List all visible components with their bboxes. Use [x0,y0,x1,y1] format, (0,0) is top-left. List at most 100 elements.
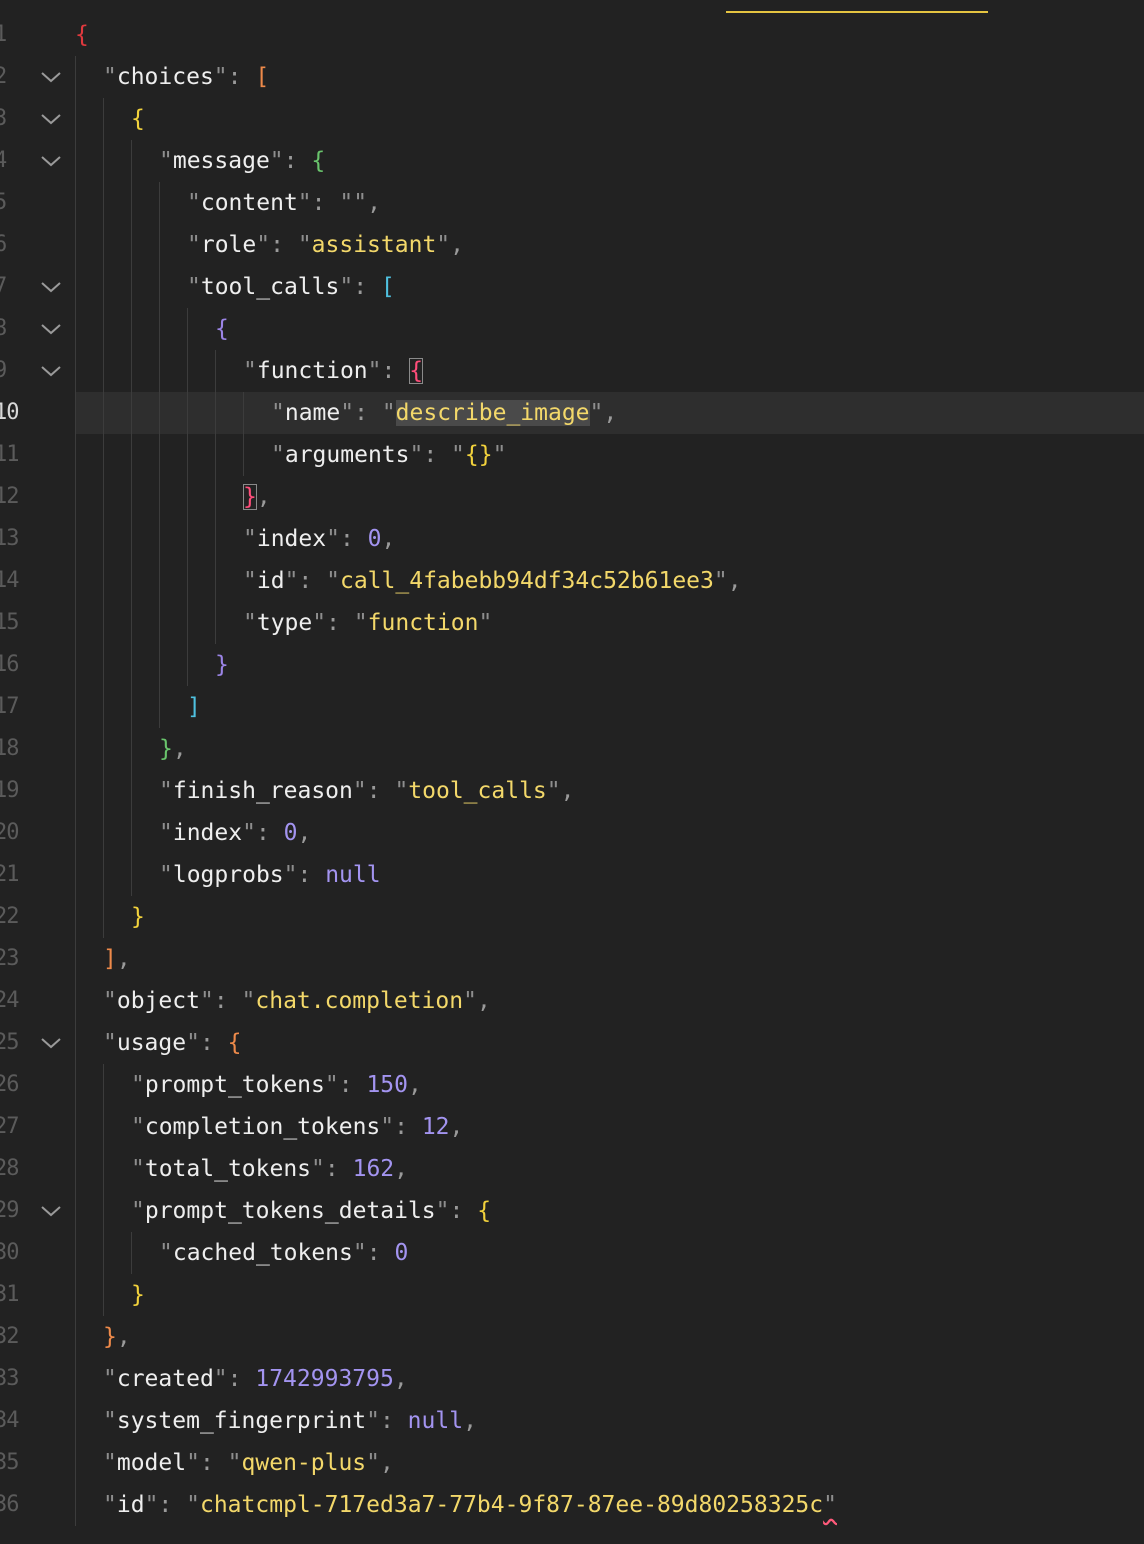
code-token: index [256,526,327,552]
line-number: 18 [0,736,20,761]
code-token: " [451,442,465,468]
code-line[interactable]: 26 "prompt_tokens": 150, [0,1064,1144,1106]
indent-guide [243,434,244,476]
code-token: " [311,1156,325,1182]
code-line[interactable]: 30 "cached_tokens": 0 [0,1232,1144,1274]
code-token: function [256,358,368,384]
code-token: " [353,610,368,636]
code-token: " [283,862,298,888]
code-token: { [227,1030,242,1056]
code-line[interactable]: 2 "choices": [ [0,56,1144,98]
code-line[interactable]: 10"name": "describe_image", [0,392,1144,434]
code-text: "type": "function" [243,602,492,644]
indent-guide [75,140,76,182]
indent-guide [131,140,132,182]
code-token: " [284,568,299,594]
code-token: : [324,1156,353,1182]
code-line[interactable]: 23], [0,938,1144,980]
code-line[interactable]: 21 "logprobs": null [0,854,1144,896]
indent-guide [75,1022,76,1064]
code-token: " [352,1240,367,1266]
indent-guide [75,350,76,392]
line-number: 28 [0,1156,20,1181]
code-token: " [213,1366,228,1392]
code-editor[interactable]: 1{2"choices": [3{4"message": {5"content"… [0,0,1144,1544]
code-line[interactable]: 7 "tool_calls": [ [0,266,1144,308]
line-number: 22 [0,904,20,929]
code-token: } [131,904,145,930]
indent-guide [103,686,104,728]
code-text: }, [159,728,187,770]
indent-guide [75,308,76,350]
code-text: "prompt_tokens": 150, [131,1064,422,1106]
line-number: 2 [0,56,34,98]
chevron-down-icon[interactable] [39,320,63,338]
code-token: " [103,64,117,90]
chevron-down-icon[interactable] [39,278,63,296]
code-line[interactable]: 29 "prompt_tokens_details": { [0,1190,1144,1232]
indent-guide [75,1190,76,1232]
code-line[interactable]: 27 "completion_tokens": 12, [0,1106,1144,1148]
code-line[interactable]: 17] [0,686,1144,728]
chevron-down-icon[interactable] [39,1202,63,1220]
chevron-down-icon[interactable] [39,1034,63,1052]
code-token: created [116,1366,214,1392]
code-line[interactable]: 15"type": "function" [0,602,1144,644]
code-line[interactable]: 6"role": "assistant", [0,224,1144,266]
line-number: 8 [0,308,34,350]
code-line[interactable]: 28 "total_tokens": 162, [0,1148,1144,1190]
code-token: " [326,526,340,552]
code-line[interactable]: 35"model": "qwen-plus", [0,1442,1144,1484]
code-token: null [407,1408,464,1434]
indent-guide [103,1064,104,1106]
code-token: " [713,568,728,594]
code-line[interactable]: 33 "created": 1742993795, [0,1358,1144,1400]
line-number: 21 [0,862,20,887]
code-text: "prompt_tokens_details": { [131,1190,491,1232]
code-line[interactable]: 36"id": "chatcmpl-717ed3a7-77b4-9f87-87e… [0,1484,1144,1526]
indent-guide [131,728,132,770]
code-line[interactable]: 25 "usage": { [0,1022,1144,1064]
indent-guide [187,392,188,434]
code-line[interactable]: 12}, [0,476,1144,518]
code-line[interactable]: 31} [0,1274,1144,1316]
line-number: 24 [0,988,20,1013]
code-token: total_tokens [144,1156,312,1182]
chevron-down-icon[interactable] [39,362,63,380]
indent-guide [75,560,76,602]
code-line[interactable]: 19"finish_reason": "tool_calls", [0,770,1144,812]
code-text: { [131,98,145,140]
code-text: { [75,14,89,56]
code-line[interactable]: 8{ [0,308,1144,350]
indent-guide [75,812,76,854]
line-number: 4 [0,140,34,182]
chevron-down-icon[interactable] [39,68,63,86]
code-line[interactable]: 4 "message": { [0,140,1144,182]
code-line[interactable]: 16} [0,644,1144,686]
code-line[interactable]: 1{ [0,14,1144,56]
indent-guide [131,1232,132,1274]
code-token: 0 [283,820,298,846]
indent-guide [131,560,132,602]
code-line[interactable]: 22} [0,896,1144,938]
code-line[interactable]: 14"id": "call_4fabebb94df34c52b61ee3", [0,560,1144,602]
code-line[interactable]: 32}, [0,1316,1144,1358]
indent-guide [159,392,160,434]
code-line[interactable]: 11"arguments": "{}" [0,434,1144,476]
code-token: model [116,1450,187,1476]
code-line[interactable]: 34 "system_fingerprint": null, [0,1400,1144,1442]
code-line[interactable]: 24"object": "chat.completion", [0,980,1144,1022]
code-line[interactable]: 20 "index": 0, [0,812,1144,854]
code-line[interactable]: 9 "function": { [0,350,1144,392]
code-line[interactable]: 18}, [0,728,1144,770]
code-token: : [379,1408,408,1434]
code-line[interactable]: 3{ [0,98,1144,140]
code-line[interactable]: 5 "content": "", [0,182,1144,224]
chevron-down-icon[interactable] [39,152,63,170]
code-token: { [477,1198,492,1224]
code-token: role [200,232,257,258]
chevron-down-icon[interactable] [39,110,63,128]
code-token: " [159,148,173,174]
code-line[interactable]: 13 "index": 0, [0,518,1144,560]
indent-guide [75,1316,76,1358]
